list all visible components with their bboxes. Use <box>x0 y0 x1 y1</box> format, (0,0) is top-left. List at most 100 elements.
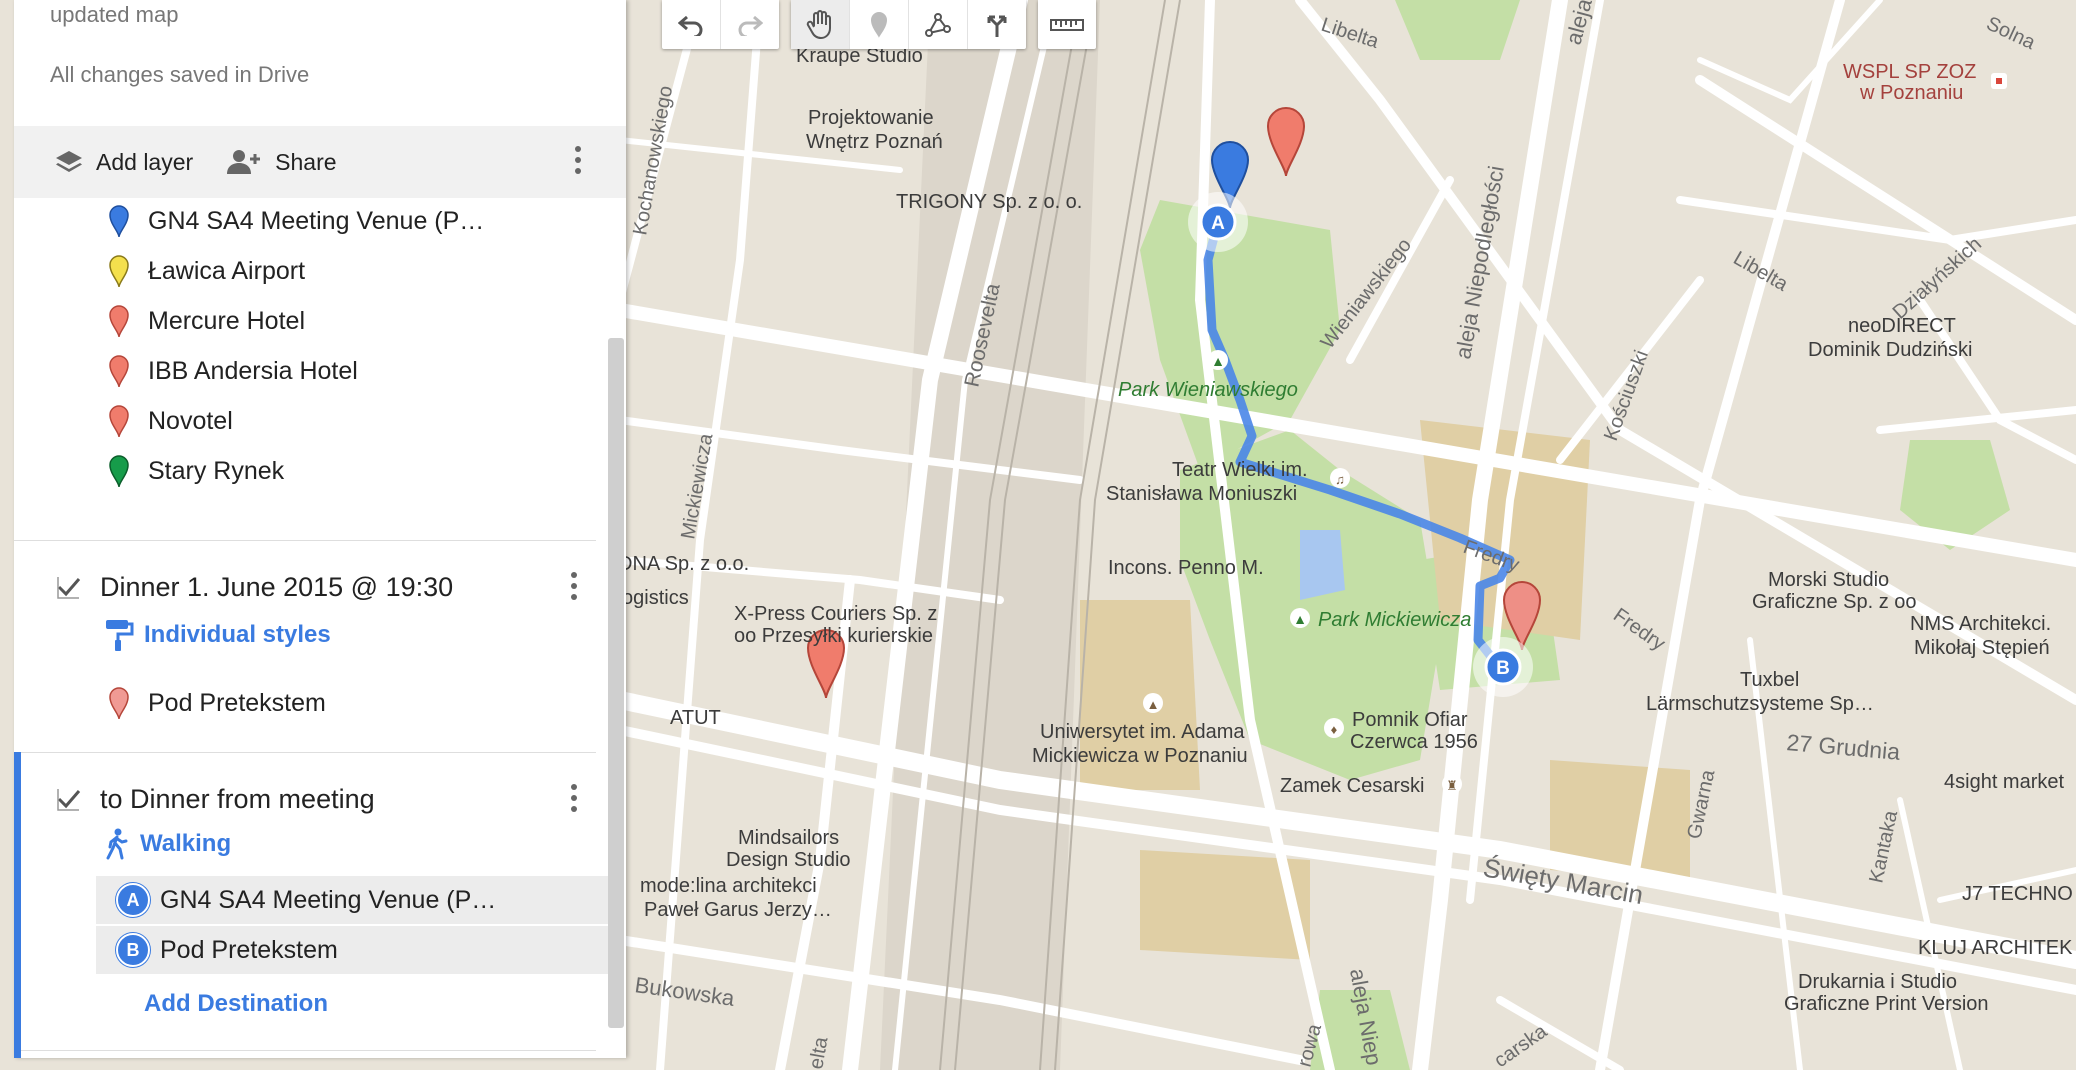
item-label: Mercure Hotel <box>148 306 305 335</box>
svg-text:J7 TECHNO: J7 TECHNO <box>1962 883 2073 905</box>
item-label: GN4 SA4 Meeting Venue (P… <box>148 206 485 235</box>
checkbox-icon[interactable] <box>56 786 82 812</box>
svg-text:Lärmschutzsysteme Sp…: Lärmschutzsysteme Sp… <box>1646 693 1874 715</box>
list-item[interactable]: Stary Rynek <box>104 448 284 494</box>
svg-text:neoDIRECT: neoDIRECT <box>1848 315 1956 337</box>
yellow-marker-icon <box>104 254 134 288</box>
divider <box>14 752 596 753</box>
svg-text:Mickiewicza w Poznaniu: Mickiewicza w Poznaniu <box>1032 745 1248 767</box>
list-item[interactable]: GN4 SA4 Meeting Venue (P… <box>104 198 484 244</box>
list-item[interactable]: Novotel <box>104 398 233 444</box>
svg-text:oo Przesyłki kurierskie: oo Przesyłki kurierskie <box>734 625 933 647</box>
divider <box>14 540 596 541</box>
layer-header[interactable]: Dinner 1. June 2015 @ 19:30 <box>56 564 453 610</box>
checkbox-icon[interactable] <box>56 574 82 600</box>
svg-text:♜: ♜ <box>1446 778 1458 793</box>
waypoint-a[interactable]: A GN4 SA4 Meeting Venue (P… <box>96 876 610 924</box>
svg-text:w Poznaniu: w Poznaniu <box>1859 82 1963 104</box>
red-marker-icon <box>104 404 134 438</box>
waypoint-b-badge: B <box>116 933 150 967</box>
add-destination-link[interactable]: Add Destination <box>144 990 328 1018</box>
svg-text:DNA Sp. z o.o.: DNA Sp. z o.o. <box>618 553 749 575</box>
active-layer-indicator <box>14 752 21 1058</box>
directions-icon[interactable] <box>968 0 1026 49</box>
svg-text:Projektowanie: Projektowanie <box>808 107 934 129</box>
svg-text:Wnętrz Poznań: Wnętrz Poznań <box>806 131 943 153</box>
layer-options-icon[interactable] <box>570 784 578 812</box>
svg-text:X-Press Couriers Sp. z: X-Press Couriers Sp. z <box>734 603 937 625</box>
hand-icon[interactable] <box>791 0 850 49</box>
layer-header[interactable]: to Dinner from meeting <box>56 776 375 822</box>
svg-text:WSPL SP ZOZ: WSPL SP ZOZ <box>1843 61 1976 83</box>
tools-group <box>791 0 1026 49</box>
individual-styles-link[interactable]: Individual styles <box>104 618 331 652</box>
share-button[interactable]: Share <box>225 148 337 176</box>
svg-text:Mindsailors: Mindsailors <box>738 827 839 849</box>
waypoint-a-badge: A <box>116 883 150 917</box>
layers-list[interactable]: GN4 SA4 Meeting Venue (P… Ławica Airport… <box>14 198 626 1058</box>
blue-marker-icon <box>104 204 134 238</box>
red-marker-icon <box>104 304 134 338</box>
svg-text:Tuxbel: Tuxbel <box>1740 669 1799 691</box>
walking-label: Walking <box>140 830 232 857</box>
waypoint-b[interactable]: B Pod Pretekstem <box>96 926 610 974</box>
layer-title[interactable]: to Dinner from meeting <box>100 784 375 815</box>
draw-line-icon[interactable] <box>909 0 968 49</box>
list-item[interactable]: Ławica Airport <box>104 248 305 294</box>
panel-actions: Add layer Share <box>14 126 626 198</box>
svg-text:NMS Architekci.: NMS Architekci. <box>1910 613 2051 635</box>
svg-text:Uniwersytet im. Adama: Uniwersytet im. Adama <box>1040 721 1245 743</box>
svg-text:Mikołaj Stępień: Mikołaj Stępień <box>1914 637 2050 659</box>
layer-title[interactable]: Dinner 1. June 2015 @ 19:30 <box>100 572 453 603</box>
more-options-icon[interactable] <box>574 146 582 174</box>
svg-text:Zamek Cesarski: Zamek Cesarski <box>1280 775 1424 797</box>
svg-text:Graficzne Print Version: Graficzne Print Version <box>1784 993 1989 1015</box>
svg-text:Graficzne Sp. z oo: Graficzne Sp. z oo <box>1752 591 1917 613</box>
divider <box>14 1050 596 1051</box>
item-label: Ławica Airport <box>148 256 306 285</box>
add-person-icon <box>227 150 261 174</box>
svg-text:Teatr Wielki im.: Teatr Wielki im. <box>1172 459 1308 481</box>
layer-options-icon[interactable] <box>570 572 578 600</box>
svg-text:Stanisława Moniuszki: Stanisława Moniuszki <box>1106 483 1297 505</box>
svg-text:mode:lina architekci: mode:lina architekci <box>640 875 817 897</box>
svg-text:▲: ▲ <box>1293 611 1307 627</box>
add-layer-button[interactable]: Add layer <box>54 148 193 176</box>
individual-styles-label: Individual styles <box>144 621 331 648</box>
svg-text:Park Wieniawskiego: Park Wieniawskiego <box>1118 379 1298 401</box>
marker-icon[interactable] <box>850 0 909 49</box>
svg-text:▲: ▲ <box>1211 353 1225 369</box>
svg-text:Design Studio: Design Studio <box>726 849 851 871</box>
measure-group <box>1038 0 1096 49</box>
redo-icon[interactable] <box>721 0 779 49</box>
route-end-marker[interactable]: B <box>1473 637 1533 697</box>
item-label: Novotel <box>148 406 233 435</box>
svg-text:Park Mickiewicza: Park Mickiewicza <box>1318 609 1471 631</box>
share-label: Share <box>275 148 337 175</box>
svg-text:Drukarnia i Studio: Drukarnia i Studio <box>1798 971 1957 993</box>
panel-scrollbar[interactable] <box>608 338 624 1028</box>
route-start-marker[interactable]: A <box>1188 192 1248 252</box>
map-title[interactable]: updated map <box>50 2 178 28</box>
add-destination-label: Add Destination <box>144 990 328 1017</box>
walking-mode-link[interactable]: Walking <box>104 828 231 860</box>
svg-text:A: A <box>1211 213 1225 234</box>
list-item[interactable]: IBB Andersia Hotel <box>104 348 358 394</box>
red-marker-icon <box>104 354 134 388</box>
svg-text:▲: ▲ <box>1147 697 1160 712</box>
svg-text:♫: ♫ <box>1335 472 1345 487</box>
green-marker-icon <box>104 454 134 488</box>
svg-text:Incons. Penno M.: Incons. Penno M. <box>1108 557 1264 579</box>
undo-icon[interactable] <box>662 0 721 49</box>
walking-icon <box>106 828 128 860</box>
svg-text:Morski Studio: Morski Studio <box>1768 569 1889 591</box>
svg-text:Pomnik Ofiar: Pomnik Ofiar <box>1352 709 1468 731</box>
ruler-icon[interactable] <box>1038 0 1096 49</box>
svg-text:KLUJ ARCHITEK: KLUJ ARCHITEK <box>1918 937 2073 959</box>
list-item[interactable]: Pod Pretekstem <box>104 680 326 726</box>
list-item[interactable]: Mercure Hotel <box>104 298 305 344</box>
svg-text:ATUT: ATUT <box>670 707 721 729</box>
legend-panel: updated map All changes saved in Drive A… <box>14 0 626 1058</box>
item-label: Stary Rynek <box>148 456 285 485</box>
paint-roller-icon <box>106 620 134 651</box>
